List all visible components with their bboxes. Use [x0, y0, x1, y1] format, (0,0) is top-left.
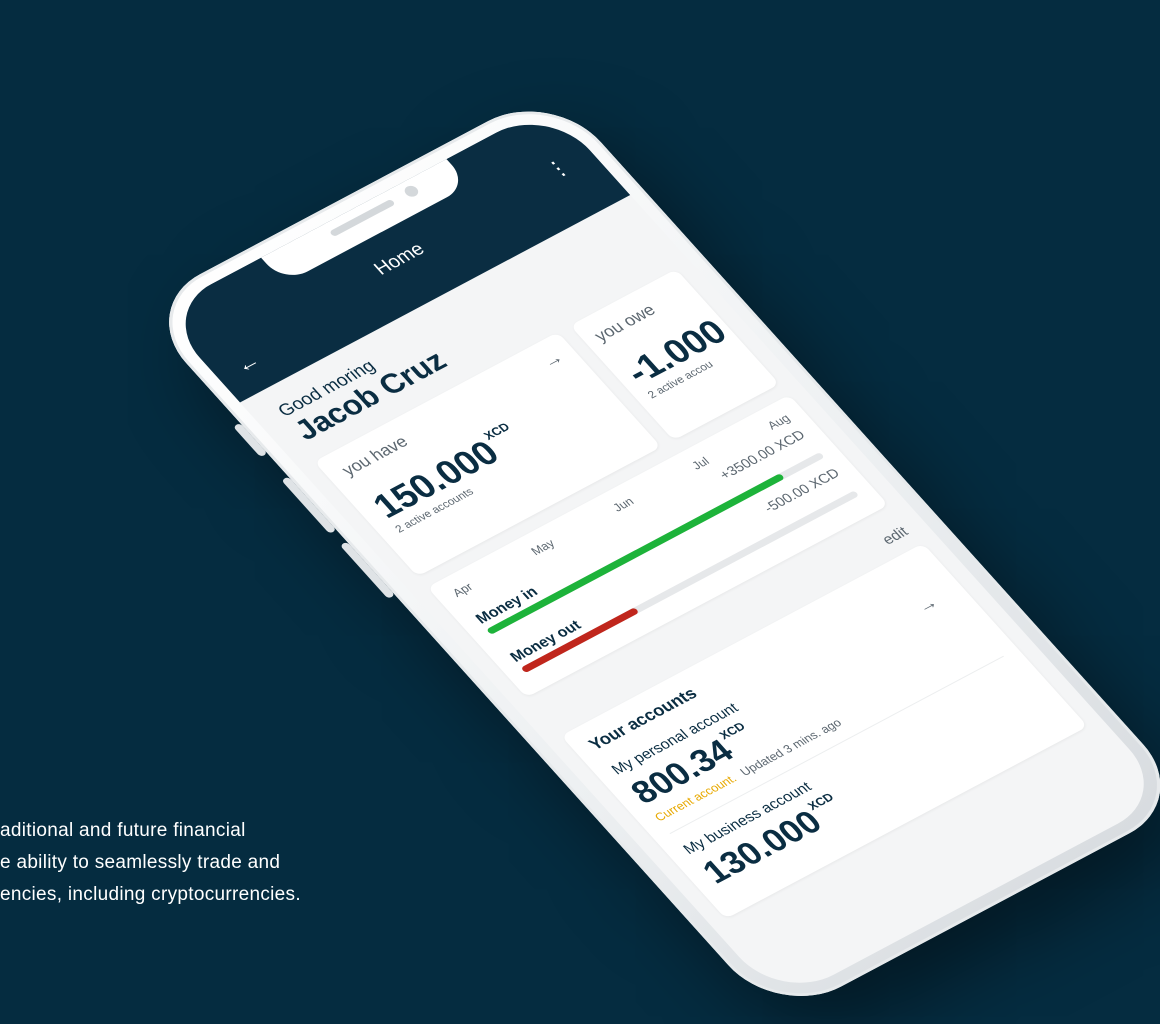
month-label: Aug — [764, 411, 793, 433]
month-label: Jul — [688, 454, 713, 473]
marketing-caption: aditional and future financial e ability… — [0, 815, 460, 911]
caption-line: encies, including cryptocurrencies. — [0, 884, 301, 905]
camera — [401, 183, 421, 199]
caption-line: e ability to seamlessly trade and — [0, 852, 281, 873]
edit-accounts-link[interactable]: edit — [879, 524, 912, 548]
caption-line: aditional and future financial — [0, 820, 246, 841]
month-label: Jun — [609, 494, 637, 515]
speaker — [329, 198, 396, 238]
month-label: Apr — [449, 580, 476, 600]
month-label: May — [527, 536, 558, 558]
